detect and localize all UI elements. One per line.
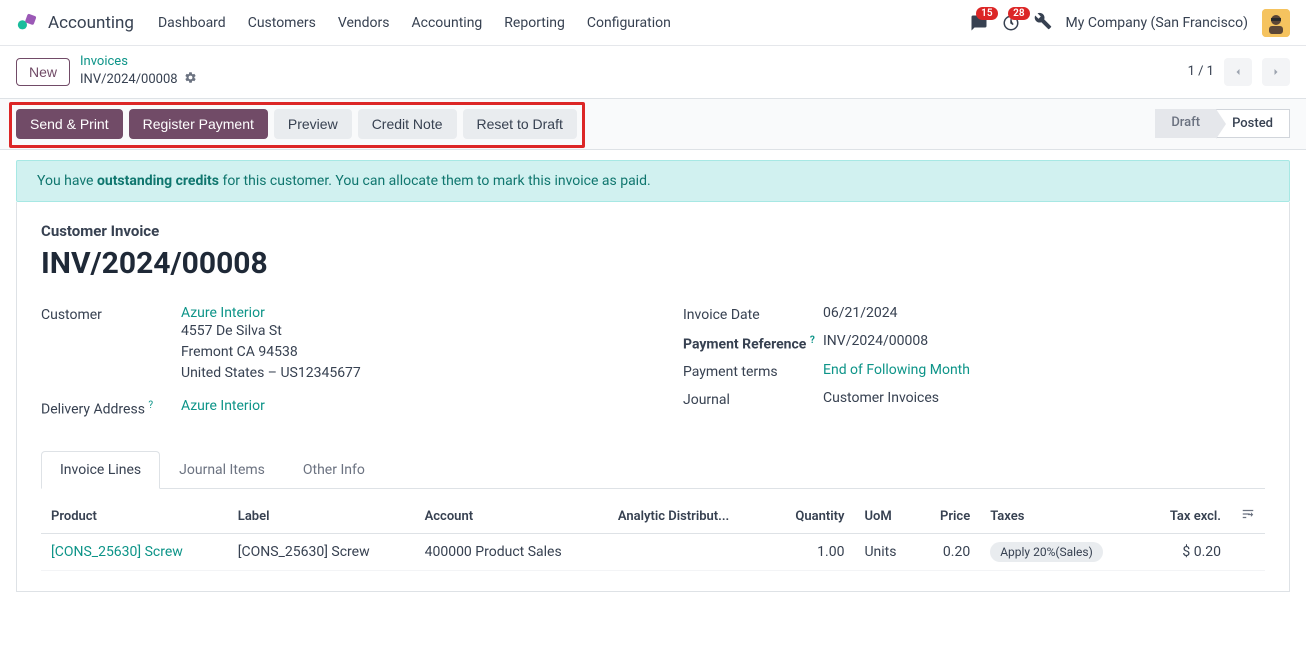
- chevron-left-icon: [1232, 66, 1244, 78]
- status-posted[interactable]: Posted: [1216, 109, 1290, 138]
- new-button[interactable]: New: [16, 58, 70, 86]
- customer-addr2: Fremont CA 94538: [181, 342, 361, 363]
- tab-other-info[interactable]: Other Info: [284, 451, 384, 489]
- messages-button[interactable]: 15: [970, 14, 988, 32]
- banner-text-bold: outstanding credits: [97, 173, 219, 189]
- delivery-label: Delivery Address ?: [41, 398, 181, 418]
- banner-text-suffix: for this customer. You can allocate them…: [219, 173, 651, 189]
- activities-button[interactable]: 28: [1002, 14, 1020, 32]
- payment-terms-label: Payment terms: [683, 362, 823, 380]
- delivery-link[interactable]: Azure Interior: [181, 398, 265, 418]
- preview-button[interactable]: Preview: [274, 109, 352, 139]
- menu-configuration[interactable]: Configuration: [587, 15, 671, 31]
- fields-right: Invoice Date 06/21/2024 Payment Referenc…: [683, 305, 1265, 428]
- table-row[interactable]: [CONS_25630] Screw [CONS_25630] Screw 40…: [41, 534, 1265, 571]
- form-sheet: Customer Invoice INV/2024/00008 Customer…: [16, 202, 1290, 593]
- line-qty[interactable]: 1.00: [770, 534, 855, 571]
- payment-terms-value[interactable]: End of Following Month: [823, 362, 970, 380]
- tab-invoice-lines[interactable]: Invoice Lines: [41, 451, 160, 489]
- line-price[interactable]: 0.20: [918, 534, 980, 571]
- line-label[interactable]: [CONS_25630] Screw: [228, 534, 415, 571]
- breadcrumb-invoices[interactable]: Invoices: [80, 54, 197, 71]
- main-menu: Dashboard Customers Vendors Accounting R…: [158, 15, 671, 31]
- line-analytic[interactable]: [608, 534, 770, 571]
- user-avatar[interactable]: [1262, 9, 1290, 37]
- messages-badge: 15: [976, 7, 997, 20]
- breadcrumb: Invoices INV/2024/00008: [80, 54, 197, 90]
- app-logo-icon: [16, 12, 38, 34]
- col-account[interactable]: Account: [415, 499, 608, 534]
- menu-customers[interactable]: Customers: [248, 15, 316, 31]
- menu-reporting[interactable]: Reporting: [504, 15, 565, 31]
- col-quantity[interactable]: Quantity: [770, 499, 855, 534]
- fields-row: Customer Azure Interior 4557 De Silva St…: [41, 305, 1265, 428]
- journal-value[interactable]: Customer Invoices: [823, 390, 939, 408]
- topnav-right: 15 28 My Company (San Francisco): [970, 9, 1290, 37]
- menu-dashboard[interactable]: Dashboard: [158, 15, 226, 31]
- outstanding-credits-banner[interactable]: You have outstanding credits for this cu…: [16, 160, 1290, 202]
- sheet-header: Customer Invoice: [41, 222, 1265, 240]
- control-panel: New Invoices INV/2024/00008 1 / 1: [0, 46, 1306, 98]
- pager-next-button[interactable]: [1262, 58, 1290, 86]
- credit-note-button[interactable]: Credit Note: [358, 109, 457, 139]
- line-uom[interactable]: Units: [854, 534, 918, 571]
- column-settings-icon[interactable]: [1231, 499, 1265, 534]
- status-bar: Send & Print Register Payment Preview Cr…: [0, 98, 1306, 150]
- journal-label: Journal: [683, 390, 823, 408]
- pager-text[interactable]: 1 / 1: [1188, 64, 1214, 79]
- fields-left: Customer Azure Interior 4557 De Silva St…: [41, 305, 623, 428]
- notebook-tabs: Invoice Lines Journal Items Other Info: [41, 451, 1265, 489]
- invoice-date-label: Invoice Date: [683, 305, 823, 323]
- banner-text-prefix: You have: [37, 173, 97, 189]
- tab-journal-items[interactable]: Journal Items: [160, 451, 284, 489]
- line-product[interactable]: [CONS_25630] Screw: [51, 544, 183, 560]
- col-label[interactable]: Label: [228, 499, 415, 534]
- help-icon[interactable]: ?: [148, 400, 153, 411]
- col-taxes[interactable]: Taxes: [980, 499, 1143, 534]
- chevron-right-icon: [1270, 66, 1282, 78]
- help-icon[interactable]: ?: [810, 335, 815, 346]
- col-analytic[interactable]: Analytic Distribut...: [608, 499, 770, 534]
- top-nav: Accounting Dashboard Customers Vendors A…: [0, 0, 1306, 46]
- invoice-date-value[interactable]: 06/21/2024: [823, 305, 898, 323]
- action-buttons: Send & Print Register Payment Preview Cr…: [16, 109, 577, 139]
- app-name[interactable]: Accounting: [48, 13, 134, 33]
- send-print-button[interactable]: Send & Print: [16, 109, 123, 139]
- col-uom[interactable]: UoM: [854, 499, 918, 534]
- invoice-lines-table: Product Label Account Analytic Distribut…: [41, 499, 1265, 571]
- customer-addr3: United States – US12345677: [181, 363, 361, 384]
- col-product[interactable]: Product: [41, 499, 228, 534]
- line-tax-pill[interactable]: Apply 20%(Sales): [990, 542, 1103, 562]
- payment-ref-value[interactable]: INV/2024/00008: [823, 333, 928, 353]
- status-pipeline: Draft Posted: [1155, 109, 1290, 138]
- col-tax-excl[interactable]: Tax excl.: [1143, 499, 1231, 534]
- customer-label: Customer: [41, 305, 181, 384]
- line-tax-excl: $ 0.20: [1143, 534, 1231, 571]
- gear-icon[interactable]: [184, 71, 197, 90]
- document-title: INV/2024/00008: [41, 246, 1265, 281]
- col-price[interactable]: Price: [918, 499, 980, 534]
- payment-ref-label: Payment Reference ?: [683, 333, 823, 353]
- activities-badge: 28: [1008, 7, 1029, 20]
- register-payment-button[interactable]: Register Payment: [129, 109, 268, 139]
- customer-addr1: 4557 De Silva St: [181, 321, 361, 342]
- line-account[interactable]: 400000 Product Sales: [415, 534, 608, 571]
- reset-draft-button[interactable]: Reset to Draft: [463, 109, 577, 139]
- menu-accounting[interactable]: Accounting: [411, 15, 482, 31]
- breadcrumb-current: INV/2024/00008: [80, 72, 178, 89]
- customer-link[interactable]: Azure Interior: [181, 305, 265, 321]
- pager-prev-button[interactable]: [1224, 58, 1252, 86]
- debug-icon[interactable]: [1034, 12, 1052, 34]
- company-switcher[interactable]: My Company (San Francisco): [1066, 15, 1248, 31]
- cp-right: 1 / 1: [1188, 58, 1290, 86]
- status-draft[interactable]: Draft: [1155, 109, 1216, 138]
- menu-vendors[interactable]: Vendors: [338, 15, 390, 31]
